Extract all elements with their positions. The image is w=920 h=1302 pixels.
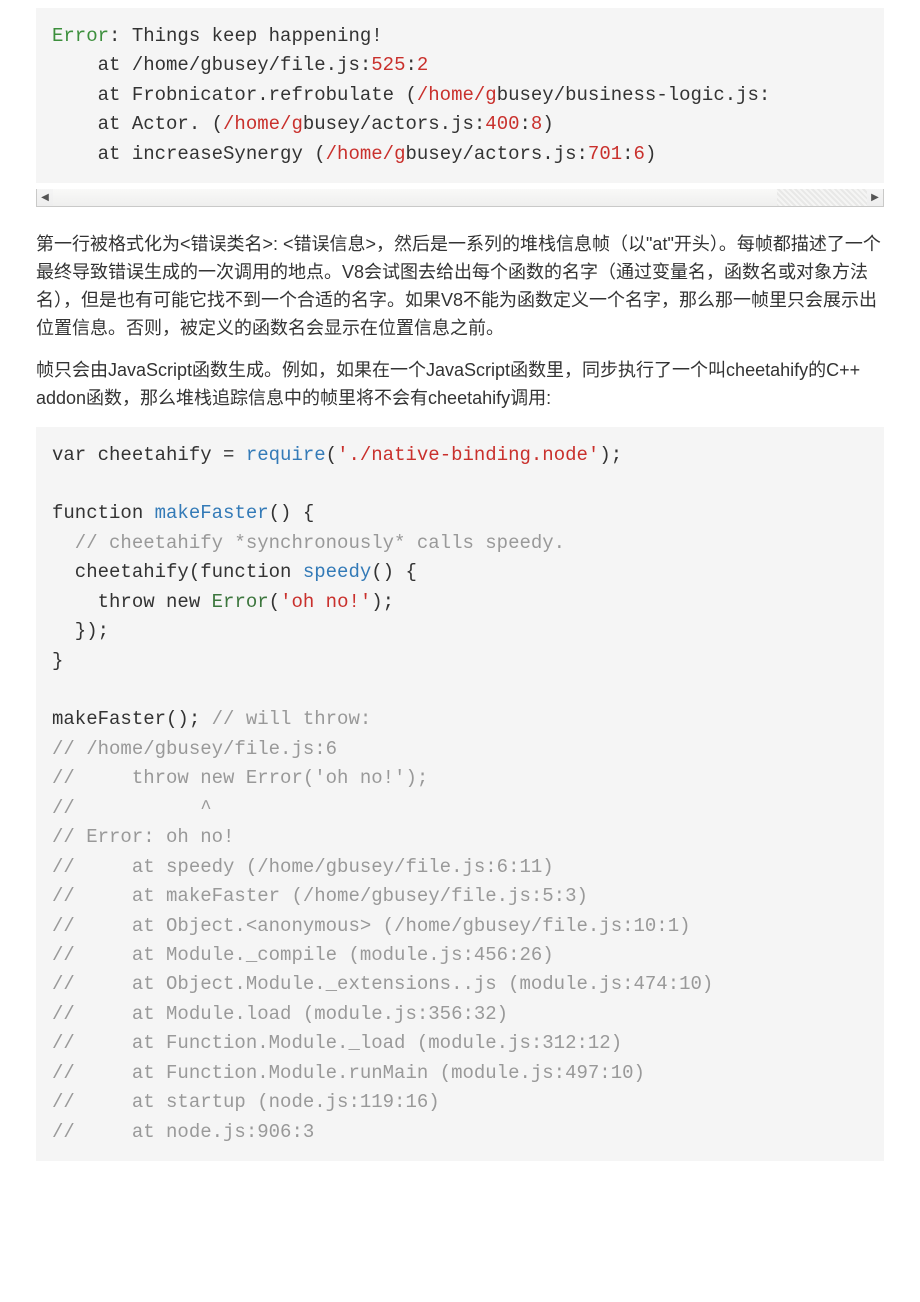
trace-num: 701 — [588, 143, 622, 165]
trace-text: busey/business-logic.js: — [497, 84, 771, 106]
fn-name: speedy — [303, 561, 371, 583]
fn-name: makeFaster — [155, 502, 269, 524]
code-text: throw new — [52, 591, 212, 613]
trace-num: 525 — [371, 54, 405, 76]
explainer-paragraph-1: 第一行被格式化为<错误类名>: <错误信息>，然后是一系列的堆栈信息帧（以"at… — [36, 231, 884, 343]
comment: // Error: oh no! — [52, 826, 234, 848]
stack-trace-code-block: Error: Things keep happening! at /home/g… — [36, 8, 884, 183]
trace-text: ) — [645, 143, 656, 165]
trace-text: : — [405, 54, 416, 76]
code-text: } — [52, 650, 63, 672]
trace-path: /home/g — [223, 113, 303, 135]
comment: // at Module.load (module.js:356:32) — [52, 1003, 508, 1025]
code-text: ); — [371, 591, 394, 613]
scroll-left-arrow-icon[interactable]: ◀ — [37, 190, 53, 205]
code-text: ( — [326, 444, 337, 466]
trace-text: ) — [542, 113, 553, 135]
code-text: () { — [269, 502, 315, 524]
trace-text: busey/actors.js: — [405, 143, 587, 165]
trace-text: at Actor. ( — [52, 113, 223, 135]
comment: // at speedy (/home/gbusey/file.js:6:11) — [52, 856, 554, 878]
comment: // throw new Error('oh no!'); — [52, 767, 428, 789]
comment: // at Function.Module.runMain (module.js… — [52, 1062, 645, 1084]
trace-num: 2 — [417, 54, 428, 76]
horizontal-scrollbar[interactable]: ◀ ▶ — [36, 189, 884, 207]
code-text: cheetahify(function — [52, 561, 303, 583]
err-sep: : — [109, 25, 132, 47]
string-lit: 'oh no!' — [280, 591, 371, 613]
comment: // at Object.<anonymous> (/home/gbusey/f… — [52, 915, 691, 937]
trace-text: at Frobnicator.refrobulate ( — [52, 84, 417, 106]
comment: // at node.js:906:3 — [52, 1121, 314, 1143]
err-msg: Things keep happening! — [132, 25, 383, 47]
code-text: function — [52, 502, 155, 524]
comment: // at makeFaster (/home/gbusey/file.js:5… — [52, 885, 588, 907]
scroll-track[interactable] — [53, 189, 867, 206]
code-text: ); — [599, 444, 622, 466]
code-text: ( — [269, 591, 280, 613]
string-lit: './native-binding.node' — [337, 444, 599, 466]
trace-text: : — [622, 143, 633, 165]
err-name: Error — [52, 25, 109, 47]
trace-num: 8 — [531, 113, 542, 135]
trace-text: : — [520, 113, 531, 135]
comment: // at Module._compile (module.js:456:26) — [52, 944, 554, 966]
comment: // /home/gbusey/file.js:6 — [52, 738, 337, 760]
comment: // at Function.Module._load (module.js:3… — [52, 1032, 622, 1054]
code-text: var cheetahify = — [52, 444, 246, 466]
trace-path: /home/g — [326, 143, 406, 165]
example-code-block: var cheetahify = require('./native-bindi… — [36, 427, 884, 1162]
trace-text: at increaseSynergy ( — [52, 143, 326, 165]
error-class: Error — [212, 591, 269, 613]
trace-line: at /home/gbusey/file.js: — [52, 54, 371, 76]
explainer-paragraph-2: 帧只会由JavaScript函数生成。例如，如果在一个JavaScript函数里… — [36, 357, 884, 413]
trace-num: 6 — [634, 143, 645, 165]
trace-text: busey/actors.js: — [303, 113, 485, 135]
comment: // cheetahify *synchronously* calls spee… — [52, 532, 565, 554]
comment: // will throw: — [212, 708, 372, 730]
code-text: makeFaster(); — [52, 708, 212, 730]
comment: // ^ — [52, 797, 212, 819]
scroll-hatched-region — [777, 189, 867, 206]
comment: // at startup (node.js:119:16) — [52, 1091, 440, 1113]
code-text: }); — [52, 620, 109, 642]
trace-path: /home/g — [417, 84, 497, 106]
trace-num: 400 — [485, 113, 519, 135]
comment: // at Object.Module._extensions..js (mod… — [52, 973, 713, 995]
require-fn: require — [246, 444, 326, 466]
code-text: () { — [371, 561, 417, 583]
scroll-right-arrow-icon[interactable]: ▶ — [867, 190, 883, 205]
